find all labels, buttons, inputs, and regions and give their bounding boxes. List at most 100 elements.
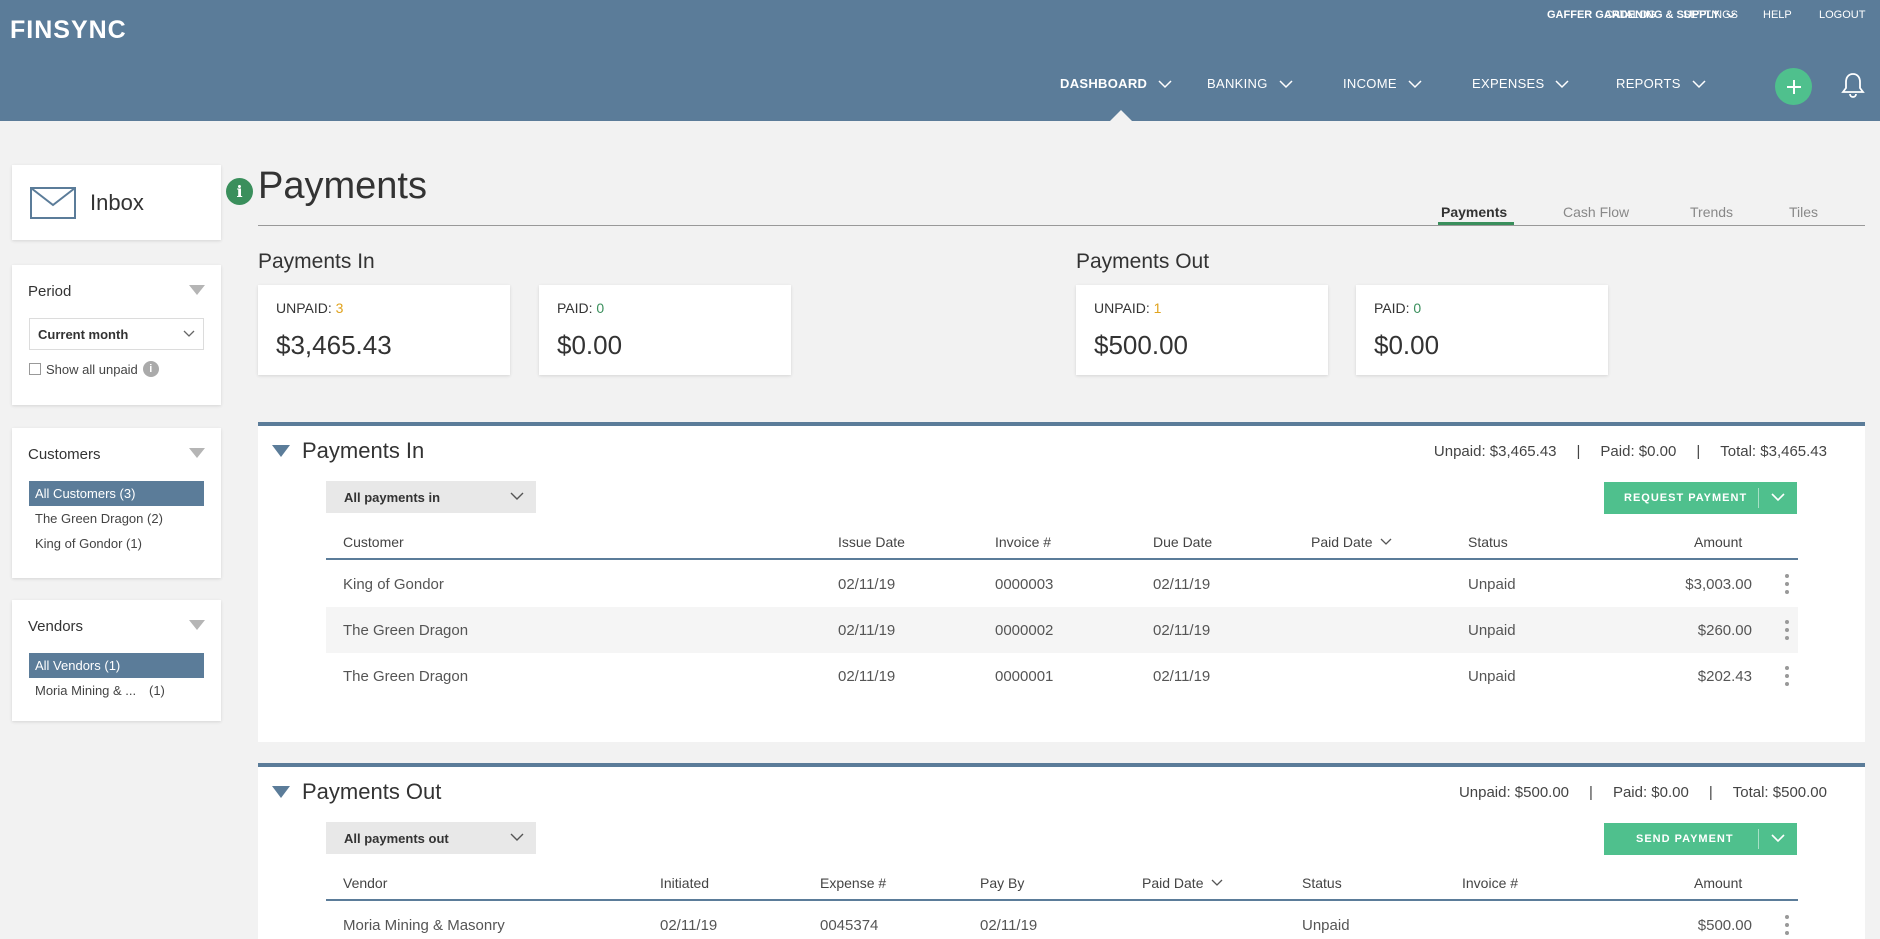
sort-chevron-icon (1381, 538, 1392, 545)
payments-out-paid-card[interactable]: PAID: 0 $0.00 (1356, 285, 1608, 375)
nav-banking-label: BANKING (1207, 76, 1268, 91)
tab-tiles[interactable]: Tiles (1789, 204, 1818, 220)
paid-count: 0 (596, 300, 605, 316)
col-invoice-number[interactable]: Invoice # (1462, 875, 1518, 891)
vendor-item-all[interactable]: All Vendors (1) (29, 653, 204, 678)
payments-out-totals: Unpaid: $500.00 | Paid: $0.00 | Total: $… (1459, 784, 1827, 801)
show-all-unpaid-checkbox[interactable] (29, 363, 41, 375)
payments-in-panel: Payments In Unpaid: $3,465.43 | Paid: $0… (258, 422, 1865, 742)
customer-item-king-of-gondor[interactable]: King of Gondor (1) (29, 531, 204, 556)
totals-separator: | (1696, 443, 1701, 460)
col-due-date[interactable]: Due Date (1153, 534, 1212, 550)
col-amount[interactable]: Amount (1694, 875, 1742, 891)
top-navigation-bar: FINSYNC GAFFER GARDENING & SUPPLY CATALO… (0, 0, 1880, 121)
collapse-triangle-icon[interactable] (189, 448, 205, 458)
collapse-triangle-icon[interactable] (189, 620, 205, 630)
chevron-down-icon (510, 492, 524, 500)
vendor-item-moria-mining[interactable]: Moria Mining & ... (1) (29, 678, 204, 703)
cell-issue-date: 02/11/19 (838, 576, 896, 593)
collapse-triangle-icon[interactable] (189, 285, 205, 295)
customer-item-green-dragon[interactable]: The Green Dragon (2) (29, 506, 204, 531)
send-payment-label: SEND PAYMENT (1636, 833, 1734, 845)
send-payment-button[interactable]: SEND PAYMENT (1604, 823, 1797, 855)
cell-invoice-number: 0000003 (995, 576, 1054, 593)
table-row[interactable]: The Green Dragon 02/11/19 0000002 02/11/… (326, 607, 1798, 653)
payments-out-unpaid-card[interactable]: UNPAID: 1 $500.00 (1076, 285, 1328, 375)
unpaid-count: 1 (1153, 300, 1162, 316)
period-title: Period (28, 283, 72, 300)
tab-trends[interactable]: Trends (1690, 204, 1733, 220)
unpaid-total: Unpaid: $500.00 (1458, 784, 1570, 801)
grand-total: Total: $500.00 (1732, 784, 1827, 801)
col-paid-date[interactable]: Paid Date (1311, 534, 1392, 550)
page-info-icon[interactable]: i (226, 178, 253, 205)
col-issue-date[interactable]: Issue Date (838, 534, 905, 550)
period-select[interactable]: Current month (29, 318, 204, 350)
settings-link[interactable]: SETTINGS (1683, 6, 1738, 24)
payments-in-unpaid-card[interactable]: UNPAID: 3 $3,465.43 (258, 285, 510, 375)
table-row[interactable]: The Green Dragon 02/11/19 0000001 02/11/… (326, 653, 1798, 699)
inbox-card[interactable]: Inbox (12, 165, 221, 240)
catalog-link[interactable]: CATALOG (1605, 6, 1656, 24)
kebab-icon[interactable] (1785, 915, 1789, 935)
tab-cash-flow[interactable]: Cash Flow (1563, 204, 1629, 220)
chevron-down-icon[interactable] (1771, 834, 1785, 843)
nav-dashboard[interactable]: DASHBOARD (1060, 76, 1173, 91)
kebab-icon[interactable] (1785, 620, 1789, 640)
kebab-icon[interactable] (1785, 666, 1789, 686)
paid-label-text: PAID: (557, 300, 597, 316)
grand-total: Total: $3,465.43 (1720, 443, 1827, 460)
bell-icon[interactable] (1841, 71, 1865, 99)
vendor-item-label: All Vendors (1) (35, 658, 121, 673)
cell-amount: $500.00 (1697, 917, 1752, 934)
col-amount[interactable]: Amount (1694, 534, 1742, 550)
col-pay-by[interactable]: Pay By (980, 875, 1024, 891)
help-link[interactable]: HELP (1763, 6, 1792, 24)
cell-amount: $260.00 (1697, 622, 1752, 639)
add-button[interactable] (1775, 68, 1812, 105)
table-row[interactable]: King of Gondor 02/11/19 0000003 02/11/19… (326, 561, 1798, 607)
paid-label: PAID: 0 (557, 300, 604, 316)
info-icon[interactable]: i (142, 361, 159, 377)
customer-item-all[interactable]: All Customers (3) (29, 481, 204, 506)
unpaid-label-text: UNPAID: (276, 300, 336, 316)
nav-reports[interactable]: REPORTS (1616, 76, 1707, 91)
payments-out-summary-label: Payments Out (1076, 250, 1210, 273)
col-status[interactable]: Status (1468, 534, 1508, 550)
nav-banking[interactable]: BANKING (1207, 76, 1294, 91)
chevron-down-icon (1408, 79, 1422, 88)
cell-pay-by: 02/11/19 (980, 917, 1038, 934)
tab-payments[interactable]: Payments (1441, 204, 1507, 220)
col-customer[interactable]: Customer (343, 534, 404, 550)
totals-separator: | (1708, 784, 1713, 801)
cell-issue-date: 02/11/19 (838, 668, 896, 685)
col-invoice-number[interactable]: Invoice # (995, 534, 1051, 550)
customers-title: Customers (28, 446, 101, 463)
payments-in-toggle[interactable]: Payments In (272, 438, 424, 464)
chevron-down-icon[interactable] (1771, 493, 1785, 502)
request-payment-button[interactable]: REQUEST PAYMENT (1604, 482, 1797, 514)
col-status[interactable]: Status (1302, 875, 1342, 891)
nav-income[interactable]: INCOME (1343, 76, 1423, 91)
payments-in-totals: Unpaid: $3,465.43 | Paid: $0.00 | Total:… (1434, 443, 1827, 460)
plus-icon (1786, 79, 1801, 94)
customer-item-label: The Green Dragon (2) (35, 511, 163, 526)
payments-in-filter-select[interactable]: All payments in (326, 481, 536, 513)
nav-income-label: INCOME (1343, 76, 1397, 91)
payments-out-filter-select[interactable]: All payments out (326, 822, 536, 854)
finsync-logo[interactable]: FINSYNC (10, 16, 127, 45)
nav-expenses[interactable]: EXPENSES (1472, 76, 1570, 91)
logout-link[interactable]: LOGOUT (1819, 6, 1865, 24)
kebab-icon[interactable] (1785, 574, 1789, 594)
col-paid-date[interactable]: Paid Date (1142, 875, 1223, 891)
col-expense-number[interactable]: Expense # (820, 875, 886, 891)
show-all-unpaid: Show all unpaid i (29, 361, 159, 377)
payments-out-toggle[interactable]: Payments Out (272, 779, 441, 805)
collapse-triangle-icon (272, 786, 290, 798)
col-initiated[interactable]: Initiated (660, 875, 709, 891)
table-row[interactable]: Moria Mining & Masonry 02/11/19 0045374 … (326, 902, 1798, 939)
payments-in-paid-card[interactable]: PAID: 0 $0.00 (539, 285, 791, 375)
col-vendor[interactable]: Vendor (343, 875, 387, 891)
show-all-unpaid-label[interactable]: Show all unpaid (46, 362, 138, 377)
sort-chevron-icon (1212, 879, 1223, 886)
